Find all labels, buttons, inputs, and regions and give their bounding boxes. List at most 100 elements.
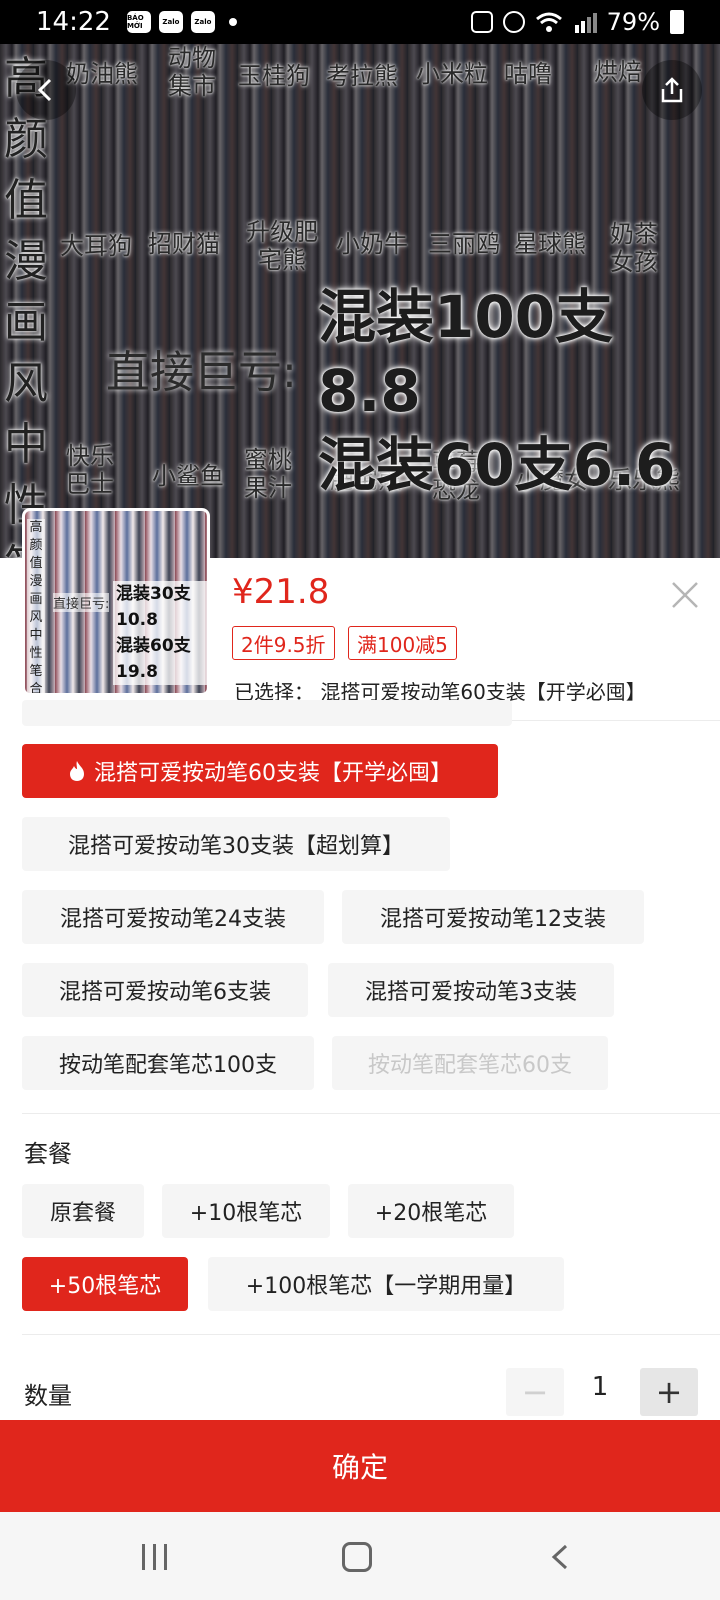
status-right: 79% [470, 8, 684, 36]
back-button[interactable] [16, 60, 76, 120]
package-option-label: +100根笔芯【一学期用量】 [245, 1274, 527, 1299]
package-option-10-refills[interactable]: +10根笔芯 [162, 1184, 330, 1238]
sku-option-6-pack[interactable]: 混搭可爱按动笔6支装 [22, 963, 308, 1017]
hero-label: 玉桂狗 [238, 62, 310, 90]
close-icon [672, 582, 698, 608]
sku-option-12-pack[interactable]: 混搭可爱按动笔12支装 [342, 890, 644, 944]
signal-icon [574, 13, 597, 33]
hero-vchar: 漫 [4, 236, 48, 287]
sku-option-30-pack[interactable]: 混搭可爱按动笔30支装【超划算】 [22, 817, 450, 871]
notification-dot-icon [228, 18, 237, 26]
home-button[interactable] [342, 1542, 372, 1572]
recents-icon [153, 1544, 156, 1570]
hero-label: 星球熊 [514, 230, 586, 258]
product-thumbnail[interactable]: 高颜值漫画风中性笔合集 直接巨亏: 混装30支10.8 混装60支19.8 [22, 508, 210, 696]
lock-icon [470, 11, 493, 33]
hero-label: 快乐巴士 [66, 442, 114, 498]
hero-label: 三丽鸥 [428, 230, 500, 258]
quantity-decrease-button[interactable]: − [506, 1368, 564, 1416]
package-option-label: +20根笔芯 [374, 1201, 488, 1226]
hero-label: 奶油熊 [66, 60, 138, 88]
status-time: 14:22 [36, 7, 111, 37]
hero-label: 咕噜 [504, 60, 552, 88]
hero-label: 小奶牛 [336, 230, 408, 258]
chevron-left-icon [37, 78, 52, 102]
sku-option-24-pack[interactable]: 混搭可爱按动笔24支装 [22, 890, 324, 944]
battery-percent: 79% [606, 8, 660, 36]
hero-label: 奶茶女孩 [610, 220, 658, 276]
sku-option-label: 按动笔配套笔芯60支 [368, 1053, 572, 1078]
hero-label: 小鲨鱼 [152, 462, 224, 490]
hero-promo-text: 混装100支8.8 混装60支6.6 [318, 280, 712, 502]
wifi-icon [535, 12, 562, 32]
package-option-20-refills[interactable]: +20根笔芯 [348, 1184, 514, 1238]
zalo-app-icon: Zalo [190, 11, 215, 33]
package-option-label: +10根笔芯 [189, 1201, 303, 1226]
battery-icon [670, 10, 684, 34]
hero-label: 招财猫 [148, 230, 220, 258]
plus-icon: + [655, 1373, 683, 1411]
quantity-value[interactable]: 1 [580, 1372, 620, 1402]
thumb-title: 高颜值漫画风中性笔合集 [27, 519, 45, 693]
sku-option-label: 混搭可爱按动笔30支装【超划算】 [68, 834, 404, 859]
system-back-button[interactable] [548, 1544, 574, 1570]
package-option-50-refills[interactable]: +50根笔芯 [22, 1257, 188, 1311]
hero-vchar: 画 [4, 297, 48, 348]
hero-vertical-title: 高 颜 值 漫 画 风 中 性 笔 [2, 48, 50, 558]
package-option-label: 原套餐 [49, 1201, 116, 1226]
sku-option-label: 混搭可爱按动笔60支装【开学必囤】 [94, 761, 452, 786]
share-button[interactable] [642, 60, 702, 120]
thumb-promo-line: 混装30支10.8 [116, 584, 191, 630]
divider [22, 1334, 720, 1335]
share-icon [661, 77, 683, 103]
promo-badge-coupon: 满100减5 [348, 626, 457, 660]
hero-label: 动物集市 [168, 44, 216, 100]
hero-vchar: 中 [4, 419, 48, 470]
quantity-increase-button[interactable]: + [640, 1368, 698, 1416]
sku-option-60-pack[interactable]: 混搭可爱按动笔60支装【开学必囤】 [22, 744, 498, 798]
hero-vchar: 风 [4, 358, 48, 409]
hero-vchar: 值 [4, 175, 48, 226]
divider [22, 1113, 720, 1114]
package-option-label: +50根笔芯 [48, 1274, 162, 1299]
package-title: 套餐 [24, 1140, 72, 1168]
recents-icon [164, 1544, 167, 1570]
hero-direct-loss: 直接巨亏: [106, 347, 297, 398]
zalo-app-icon: Zalo [158, 11, 183, 33]
product-price: ¥21.8 [232, 572, 330, 612]
sku-option-refill-100[interactable]: 按动笔配套笔芯100支 [22, 1036, 314, 1090]
hero-promo-line: 混装60支6.6 [318, 431, 676, 499]
hero-label: 大耳狗 [60, 232, 132, 260]
thumb-promo: 混装30支10.8 混装60支19.8 [113, 581, 207, 685]
quantity-label: 数量 [24, 1382, 72, 1410]
sku-option-label: 混搭可爱按动笔6支装 [59, 980, 271, 1005]
baomoi-app-icon: BÁO MỚI [126, 11, 151, 33]
hero-label: 烘焙 [594, 58, 642, 86]
package-option-original[interactable]: 原套餐 [22, 1184, 144, 1238]
sku-option-refill-60: 按动笔配套笔芯60支 [332, 1036, 608, 1090]
sku-option-label: 混搭可爱按动笔12支装 [380, 907, 606, 932]
flame-icon [70, 761, 84, 781]
sku-option-label: 按动笔配套笔芯100支 [59, 1053, 277, 1078]
promo-badge-discount: 2件9.5折 [232, 626, 335, 660]
alarm-icon [502, 11, 525, 33]
hero-label: 蜜桃果汁 [244, 446, 292, 502]
sku-option-3-pack[interactable]: 混搭可爱按动笔3支装 [328, 963, 614, 1017]
thumb-promo-line: 混装60支19.8 [116, 636, 191, 682]
package-option-100-refills[interactable]: +100根笔芯【一学期用量】 [208, 1257, 564, 1311]
recents-button[interactable] [142, 1544, 167, 1570]
hero-promo-line: 混装100支8.8 [318, 283, 614, 425]
recents-icon [142, 1544, 145, 1570]
close-button[interactable] [664, 574, 706, 616]
hero-label: 小米粒 [416, 60, 488, 88]
sku-option-label: 混搭可爱按动笔3支装 [365, 980, 577, 1005]
hero-label: 考拉熊 [326, 62, 398, 90]
confirm-button[interactable]: 确定 [0, 1420, 720, 1512]
thumb-direct: 直接巨亏: [53, 593, 110, 612]
minus-icon: − [521, 1373, 549, 1411]
sku-option-label: 混搭可爱按动笔24支装 [60, 907, 286, 932]
hero-label: 升级肥宅熊 [246, 218, 318, 274]
status-bar: 14:22 BÁO MỚI Zalo Zalo 79% [0, 0, 720, 44]
sku-option-hidden[interactable] [22, 700, 512, 726]
product-hero-image: 高 颜 值 漫 画 风 中 性 笔 奶油熊 动物集市 玉桂狗 考拉熊 小米粒 咕… [0, 44, 720, 558]
